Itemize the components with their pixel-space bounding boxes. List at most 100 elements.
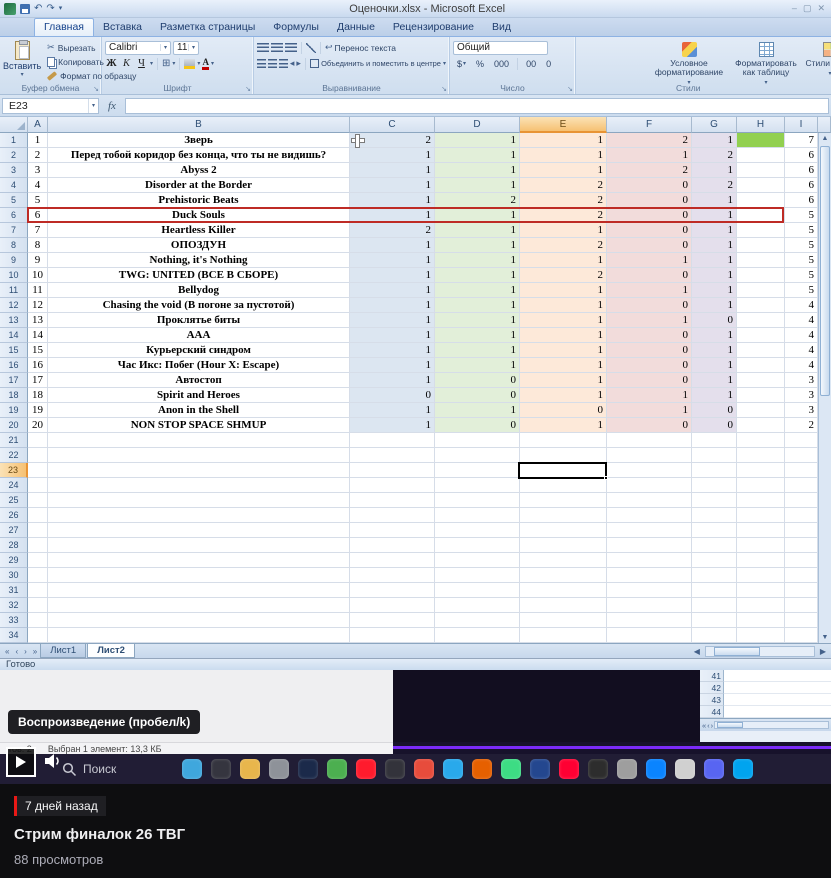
name-box-dropdown-icon[interactable]: ▾ [87, 98, 98, 113]
cell-A13[interactable]: 13 [28, 313, 48, 328]
column-header-g[interactable]: G [692, 117, 737, 133]
cell-I25[interactable] [785, 493, 818, 508]
cell-F11[interactable]: 1 [607, 283, 692, 298]
cell-C6[interactable]: 1 [350, 208, 435, 223]
cell-A4[interactable]: 4 [28, 178, 48, 193]
select-all-corner[interactable] [0, 117, 28, 133]
cell-D30[interactable] [435, 568, 520, 583]
cell-E21[interactable] [520, 433, 607, 448]
cell-G30[interactable] [692, 568, 737, 583]
conditional-formatting-button[interactable]: Условное форматирование ▾ [649, 39, 729, 88]
cell-D34[interactable] [435, 628, 520, 643]
cell-A31[interactable] [28, 583, 48, 598]
cell-I33[interactable] [785, 613, 818, 628]
italic-button[interactable]: К [120, 57, 133, 71]
cell-B25[interactable] [48, 493, 350, 508]
cell-B1[interactable]: Зверь [48, 133, 350, 148]
underline-dropdown-icon[interactable]: ▾ [150, 60, 153, 67]
align-middle-icon[interactable] [271, 43, 283, 52]
font-size-dropdown-icon[interactable]: ▾ [187, 44, 195, 51]
cell-G29[interactable] [692, 553, 737, 568]
cell-B29[interactable] [48, 553, 350, 568]
cell-I26[interactable] [785, 508, 818, 523]
row-header-20[interactable]: 20 [0, 418, 28, 433]
row-header-6[interactable]: 6 [0, 208, 28, 223]
cell-F31[interactable] [607, 583, 692, 598]
cell-G34[interactable] [692, 628, 737, 643]
cell-A6[interactable]: 6 [28, 208, 48, 223]
font-name-combo[interactable]: Calibri ▾ [105, 40, 171, 55]
cell-I28[interactable] [785, 538, 818, 553]
cell-I22[interactable] [785, 448, 818, 463]
cell-B10[interactable]: TWG: UNITED (ВСЕ В СБОРЕ) [48, 268, 350, 283]
column-header-f[interactable]: F [607, 117, 692, 133]
cell-F24[interactable] [607, 478, 692, 493]
format-as-table-button[interactable]: Форматировать как таблицу ▾ [733, 39, 799, 88]
cell-G27[interactable] [692, 523, 737, 538]
cell-C28[interactable] [350, 538, 435, 553]
row-header-22[interactable]: 22 [0, 448, 28, 463]
cell-G24[interactable] [692, 478, 737, 493]
cell-G5[interactable]: 1 [692, 193, 737, 208]
cell-B20[interactable]: NON STOP SPACE SHMUP [48, 418, 350, 433]
align-center-icon[interactable] [267, 59, 277, 68]
cell-F26[interactable] [607, 508, 692, 523]
app-steam-icon[interactable] [617, 759, 638, 779]
font-name-dropdown-icon[interactable]: ▾ [159, 44, 167, 51]
cell-D22[interactable] [435, 448, 520, 463]
align-right-icon[interactable] [278, 59, 288, 68]
column-header-d[interactable]: D [435, 117, 520, 133]
cell-A5[interactable]: 5 [28, 193, 48, 208]
cell-B5[interactable]: Prehistoric Beats [48, 193, 350, 208]
merge-dropdown-icon[interactable]: ▾ [443, 60, 446, 67]
cell-D15[interactable]: 1 [435, 343, 520, 358]
cell-B14[interactable]: AAA [48, 328, 350, 343]
cell-B24[interactable] [48, 478, 350, 493]
cell-D2[interactable]: 1 [435, 148, 520, 163]
cell-E25[interactable] [520, 493, 607, 508]
cell-A33[interactable] [28, 613, 48, 628]
cell-E10[interactable]: 2 [520, 268, 607, 283]
cell-H30[interactable] [737, 568, 785, 583]
cell-B33[interactable] [48, 613, 350, 628]
cell-I34[interactable] [785, 628, 818, 643]
row-header-28[interactable]: 28 [0, 538, 28, 553]
cell-D17[interactable]: 0 [435, 373, 520, 388]
fragment-scrollbar[interactable] [714, 721, 829, 729]
cell-D1[interactable]: 1 [435, 133, 520, 148]
row-header-25[interactable]: 25 [0, 493, 28, 508]
cell-G10[interactable]: 1 [692, 268, 737, 283]
cell-A19[interactable]: 19 [28, 403, 48, 418]
cell-G2[interactable]: 2 [692, 148, 737, 163]
cell-E19[interactable]: 0 [520, 403, 607, 418]
fragment-prev-sheet-icon[interactable]: ‹ [707, 721, 710, 730]
sheet-tab-1[interactable]: Лист1 [40, 644, 87, 658]
cell-F22[interactable] [607, 448, 692, 463]
cell-H25[interactable] [737, 493, 785, 508]
row-header-16[interactable]: 16 [0, 358, 28, 373]
cell-H8[interactable] [737, 238, 785, 253]
cell-D26[interactable] [435, 508, 520, 523]
player-seek-area[interactable] [393, 742, 831, 754]
cell-A25[interactable] [28, 493, 48, 508]
cell-A15[interactable]: 15 [28, 343, 48, 358]
cell-G33[interactable] [692, 613, 737, 628]
cell-G16[interactable]: 1 [692, 358, 737, 373]
cell-E15[interactable]: 1 [520, 343, 607, 358]
cell-I4[interactable]: 6 [785, 178, 818, 193]
cell-H2[interactable] [737, 148, 785, 163]
cell-E28[interactable] [520, 538, 607, 553]
cell-A1[interactable]: 1 [28, 133, 48, 148]
cell-F19[interactable]: 1 [607, 403, 692, 418]
column-header-b[interactable]: B [48, 117, 350, 133]
cell-D27[interactable] [435, 523, 520, 538]
ribbon-tab-6[interactable]: Вид [483, 19, 520, 36]
column-header-c[interactable]: C [350, 117, 435, 133]
cell-D5[interactable]: 2 [435, 193, 520, 208]
cell-E13[interactable]: 1 [520, 313, 607, 328]
first-sheet-icon[interactable]: « [2, 647, 12, 656]
cell-D14[interactable]: 1 [435, 328, 520, 343]
cell-I3[interactable]: 6 [785, 163, 818, 178]
increase-indent-icon[interactable]: ▸ [296, 59, 301, 68]
cell-E32[interactable] [520, 598, 607, 613]
